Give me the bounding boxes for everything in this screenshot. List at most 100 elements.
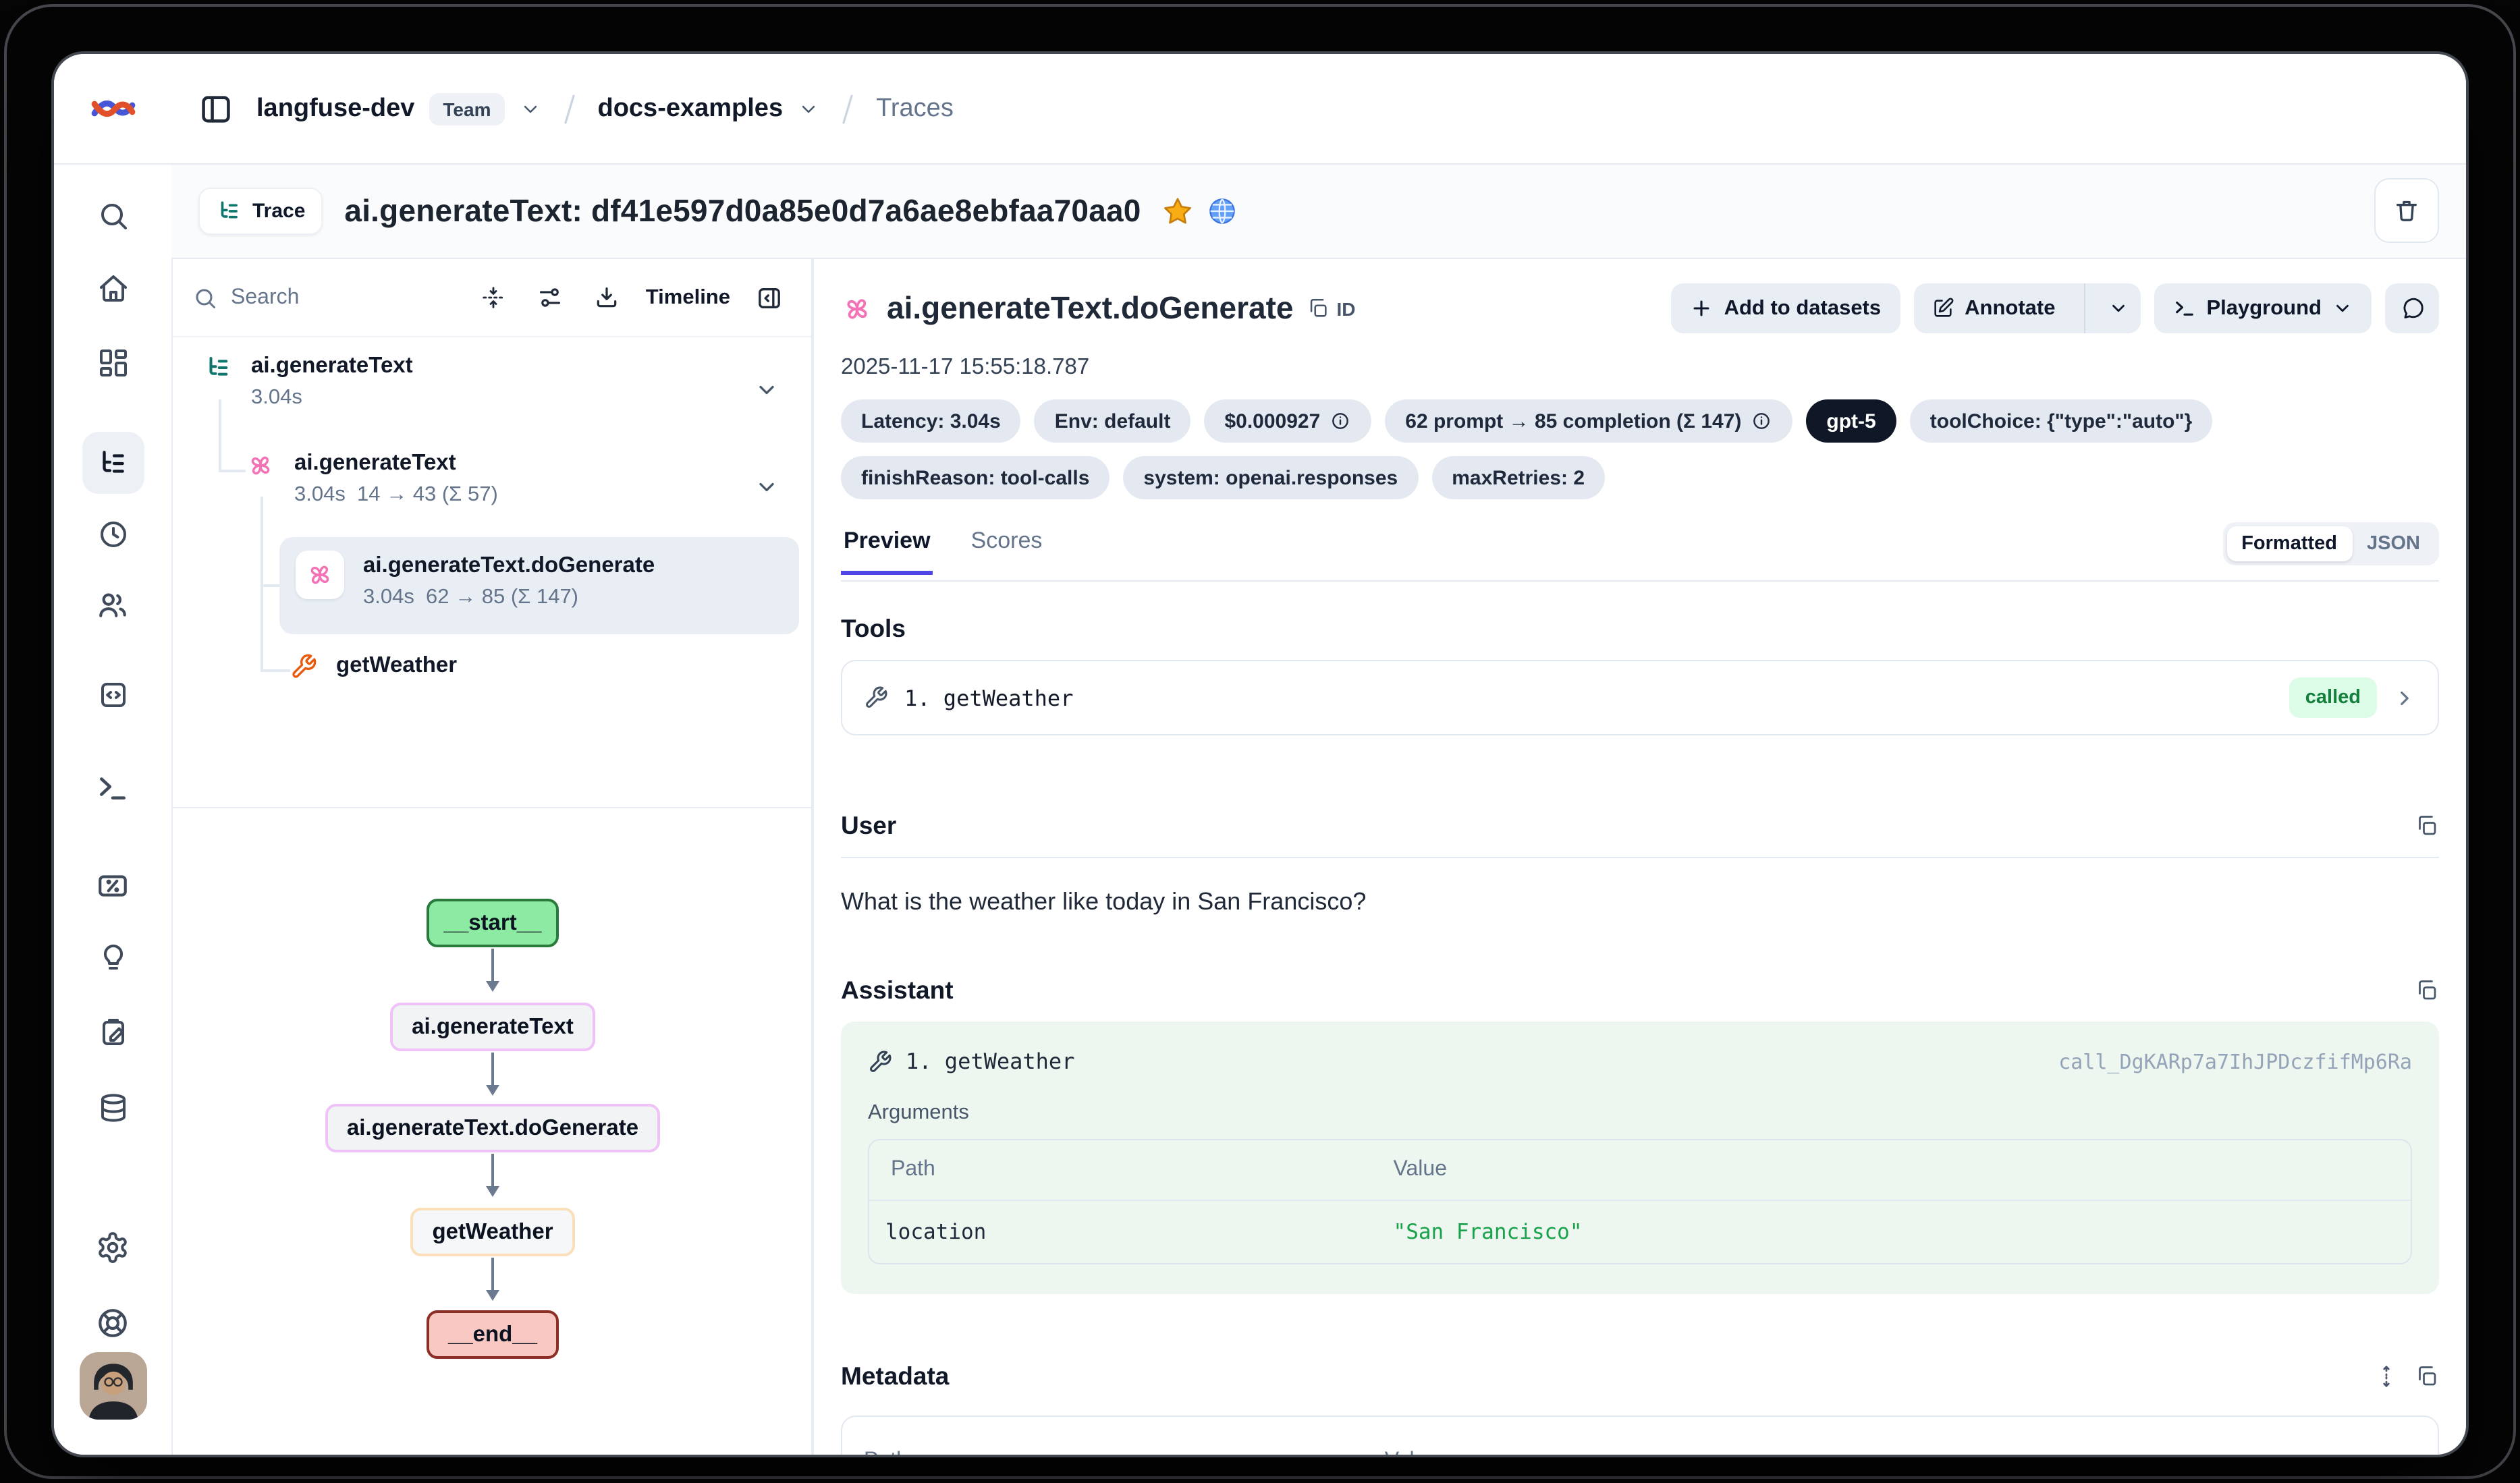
add-to-datasets-label: Add to datasets xyxy=(1724,296,1882,320)
search-input[interactable] xyxy=(228,284,395,311)
timeline-toggle-label[interactable]: Timeline xyxy=(646,285,730,310)
expand-vertical-icon[interactable] xyxy=(2374,1364,2399,1389)
settings-gear-icon[interactable] xyxy=(88,1223,137,1271)
comment-bubble-icon xyxy=(2399,296,2425,321)
user-message: What is the weather like today in San Fr… xyxy=(841,888,2439,916)
copy-icon[interactable] xyxy=(2415,1364,2439,1389)
graph-edge xyxy=(491,949,494,984)
org-chevron-down-icon[interactable] xyxy=(520,98,541,119)
annotate-dropdown-button[interactable] xyxy=(2096,283,2140,333)
public-globe-icon[interactable] xyxy=(1207,195,1238,226)
graph-node-start[interactable]: __start__ xyxy=(427,899,559,947)
download-icon[interactable] xyxy=(586,277,627,318)
sessions-clock-icon[interactable] xyxy=(88,510,137,559)
badges-row-2: finishReason: tool-calls system: openai.… xyxy=(841,456,2439,499)
tool-call-id: call_DgKARp7a7IhJPDczfifMp6Ra xyxy=(2058,1049,2412,1073)
project-chevron-down-icon[interactable] xyxy=(798,98,819,119)
tree-row-dogenerate-selected[interactable]: ai.generateText.doGenerate 3.04s 62 → 85… xyxy=(279,537,799,634)
format-formatted-option[interactable]: Formatted xyxy=(2226,526,2352,561)
tab-scores[interactable]: Scores xyxy=(968,527,1045,574)
graph-arrowhead xyxy=(485,981,499,992)
cost-badge: $0.000927 xyxy=(1204,399,1371,443)
users-icon[interactable] xyxy=(88,580,137,629)
graph-edge xyxy=(491,1258,494,1293)
info-icon[interactable] xyxy=(1751,410,1772,432)
bookmark-star-icon[interactable] xyxy=(1163,195,1194,226)
assistant-tool-call-panel: 1. getWeather call_DgKARp7a7IhJPDczfifMp… xyxy=(841,1022,2439,1294)
playground-button[interactable]: Playground xyxy=(2154,283,2372,333)
sidebar-toggle-icon[interactable] xyxy=(198,91,234,126)
metadata-table: Path Value xyxy=(841,1416,2439,1455)
playground-terminal-icon[interactable] xyxy=(88,762,137,811)
collapse-all-icon[interactable] xyxy=(473,277,514,318)
args-value-cell: "San Francisco" xyxy=(1394,1220,2411,1244)
chevron-down-icon[interactable] xyxy=(755,475,779,499)
dashboards-icon[interactable] xyxy=(88,339,137,387)
breadcrumb-slash-icon xyxy=(556,91,583,126)
tree-search[interactable] xyxy=(193,284,473,311)
delete-trace-button[interactable] xyxy=(2374,178,2439,243)
tools-heading-label: Tools xyxy=(841,614,906,644)
prompts-file-code-icon[interactable] xyxy=(88,671,137,719)
breadcrumb-project[interactable]: docs-examples xyxy=(598,94,784,123)
user-avatar[interactable] xyxy=(79,1352,146,1420)
home-icon[interactable] xyxy=(88,264,137,313)
tracing-nav-icon[interactable] xyxy=(82,432,144,494)
tree-row-getweather[interactable]: getWeather xyxy=(290,650,798,696)
view-settings-sliders-icon[interactable] xyxy=(530,277,570,318)
model-badge[interactable]: gpt-5 xyxy=(1806,399,1896,443)
tab-preview[interactable]: Preview xyxy=(841,527,933,574)
metadata-heading: Metadata xyxy=(841,1362,2439,1391)
tree-connector xyxy=(219,470,246,472)
playground-label: Playground xyxy=(2206,296,2322,320)
comments-button[interactable] xyxy=(2385,283,2439,333)
annotate-button[interactable]: Annotate xyxy=(1913,283,2073,333)
graph-edge xyxy=(491,1053,494,1088)
observation-title: ai.generateText.doGenerate xyxy=(887,290,1294,327)
app-window: langfuse-dev Team docs-examples Traces xyxy=(54,54,2466,1455)
graph-node-generatetext[interactable]: ai.generateText xyxy=(390,1003,595,1051)
tokens-badge: 62 prompt → 85 completion (Σ 147) xyxy=(1385,399,1792,443)
chevron-down-icon xyxy=(2108,298,2128,318)
tree-row-trace[interactable]: ai.generateText 3.04s xyxy=(204,351,798,440)
datasets-database-icon[interactable] xyxy=(88,1084,137,1132)
maxretries-badge: maxRetries: 2 xyxy=(1431,456,1605,499)
stage: langfuse-dev Team docs-examples Traces xyxy=(0,0,2520,1483)
breadcrumb-page[interactable]: Traces xyxy=(876,94,954,123)
graph-node-dogenerate[interactable]: ai.generateText.doGenerate xyxy=(325,1104,660,1152)
chevron-right-icon[interactable] xyxy=(2393,686,2416,709)
latency-badge: Latency: 3.04s xyxy=(841,399,1021,443)
graph-node-end[interactable]: __end__ xyxy=(427,1310,559,1359)
tool-called-badge: called xyxy=(2289,677,2377,718)
breadcrumb-org[interactable]: langfuse-dev xyxy=(256,94,414,123)
langfuse-logo[interactable] xyxy=(54,91,171,126)
trace-header-row: Trace ai.generateText: df41e597d0a85e0d7… xyxy=(171,163,2466,259)
copy-id-group[interactable]: ID xyxy=(1307,297,1356,320)
tree-toolbar: Timeline xyxy=(171,259,811,337)
tool-definition-row[interactable]: 1. getWeather called xyxy=(841,660,2439,735)
search-nav-icon[interactable] xyxy=(88,192,137,240)
collapse-panel-icon[interactable] xyxy=(749,277,790,318)
tree-row-title: ai.generateText xyxy=(251,351,413,381)
tree-row-title: ai.generateText.doGenerate xyxy=(363,551,655,581)
evaluation-card-icon[interactable] xyxy=(88,861,137,910)
trace-type-badge: Trace xyxy=(198,187,323,234)
info-icon[interactable] xyxy=(1330,410,1351,432)
copy-icon[interactable] xyxy=(2415,978,2439,1003)
annotate-label: Annotate xyxy=(1965,296,2055,320)
insights-lightbulb-icon[interactable] xyxy=(88,934,137,982)
observation-timestamp: 2025-11-17 15:55:18.787 xyxy=(841,355,2439,381)
graph-arrowhead xyxy=(485,1290,499,1301)
support-lifebuoy-icon[interactable] xyxy=(88,1298,137,1347)
generation-pinwheel-icon xyxy=(246,451,275,537)
annotation-clipboard-pen-icon[interactable] xyxy=(88,1008,137,1057)
add-to-datasets-button[interactable]: Add to datasets xyxy=(1672,283,1900,333)
tree-row-meta: 3.04s 62 → 85 (Σ 147) xyxy=(363,586,655,611)
system-badge: system: openai.responses xyxy=(1123,456,1418,499)
copy-icon[interactable] xyxy=(2415,814,2439,838)
chevron-down-icon[interactable] xyxy=(755,378,779,402)
tree-row-generation[interactable]: ai.generateText 3.04s 14 → 43 (Σ 57) xyxy=(246,448,798,537)
tree-row-meta: 3.04s 14 → 43 (Σ 57) xyxy=(294,484,498,508)
format-json-option[interactable]: JSON xyxy=(2352,526,2435,561)
graph-node-getweather[interactable]: getWeather xyxy=(410,1208,575,1256)
